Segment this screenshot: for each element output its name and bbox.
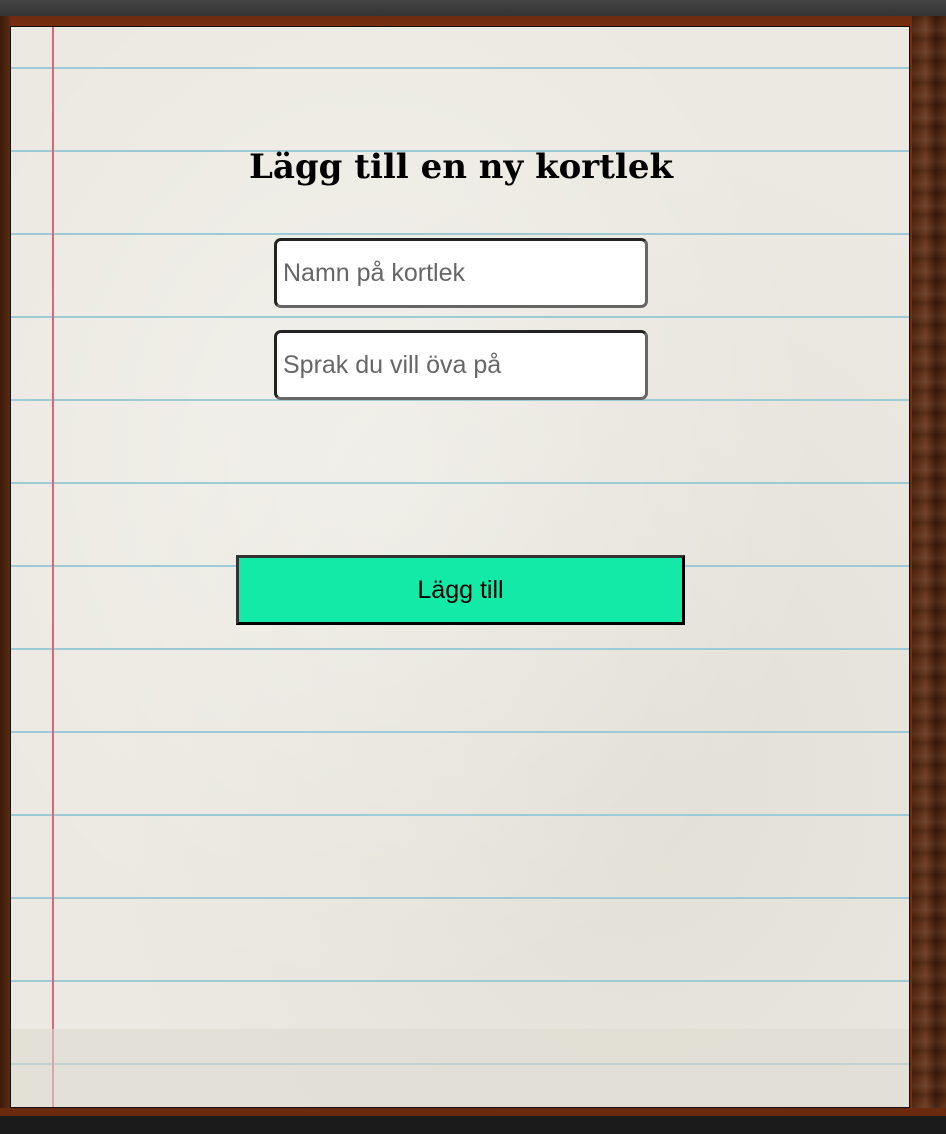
page-title: Lägg till en ny kortlek — [248, 147, 674, 187]
notebook-paper: Lägg till en ny kortlek Lägg till — [10, 26, 910, 1108]
add-deck-button[interactable]: Lägg till — [236, 555, 685, 625]
wood-edge-bottom — [0, 1108, 946, 1116]
deck-name-input[interactable] — [274, 238, 648, 308]
top-bar — [0, 0, 946, 16]
bottom-bar — [0, 1116, 946, 1134]
language-input[interactable] — [274, 330, 648, 400]
paper-footer — [11, 1029, 909, 1107]
page-background: Lägg till en ny kortlek Lägg till — [0, 0, 946, 1134]
wood-edge-left — [0, 16, 10, 1112]
wood-edge-right — [912, 16, 946, 1112]
margin-line — [52, 27, 54, 1107]
